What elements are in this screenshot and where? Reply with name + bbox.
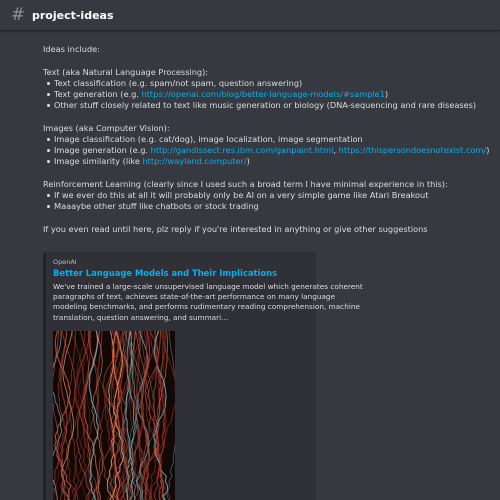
list-item: Text classification (e.g. spam/not spam,… [43, 78, 483, 89]
channel-header: # project-ideas [0, 0, 500, 31]
section-list-rl: If we ever do this at all it will probab… [43, 190, 483, 212]
thispersondoesnotexist-link[interactable]: https://thispersondoesnotexist.com/ [339, 145, 487, 155]
channel-name[interactable]: project-ideas [32, 9, 114, 22]
hash-icon: # [10, 5, 26, 25]
message-content: Ideas include: Text (aka Natural Languag… [43, 30, 489, 235]
list-item: Image similarity (like http://wayland.co… [43, 156, 483, 167]
link-embed: OpenAI Better Language Models and Their … [43, 252, 363, 500]
embed-provider[interactable]: OpenAI [53, 258, 77, 266]
section-heading-nlp: Text (aka Natural Language Processing): [43, 67, 209, 77]
embed-title-link[interactable]: Better Language Models and Their Implica… [53, 268, 313, 278]
message-closing: If you even read until here, plz reply i… [43, 224, 428, 234]
section-list-nlp: Text classification (e.g. spam/not spam,… [43, 78, 483, 111]
openai-sample-link[interactable]: https://openai.com/blog/better-language-… [142, 89, 385, 99]
ganpaint-link[interactable]: http://gandissect.res.ibm.com/ganpaint.h… [151, 145, 334, 155]
section-heading-cv: Images (aka Computer Vision): [43, 123, 170, 133]
wayland-link[interactable]: http://wayland.computer/ [142, 156, 246, 166]
abstract-lines-image[interactable] [53, 331, 175, 500]
image-strand [159, 331, 175, 500]
section-list-cv: Image classification (e.g. cat/dog), ima… [43, 134, 489, 167]
image-strand [74, 331, 91, 500]
message-intro: Ideas include: [43, 44, 100, 54]
list-item: Maaaybe other stuff like chatbots or sto… [43, 201, 483, 212]
list-item: Image classification (e.g. cat/dog), ima… [43, 134, 483, 145]
list-item: Other stuff closely related to text like… [43, 100, 483, 111]
list-item: If we ever do this at all it will probab… [43, 190, 483, 201]
embed-description: We've trained a large-scale unsupervised… [53, 282, 363, 322]
list-item: Text generation (e.g. https://openai.com… [43, 89, 483, 100]
section-heading-rl: Reinforcement Learning (clearly since I … [43, 179, 448, 189]
list-item: Image generation (e.g. http://gandissect… [43, 145, 489, 156]
